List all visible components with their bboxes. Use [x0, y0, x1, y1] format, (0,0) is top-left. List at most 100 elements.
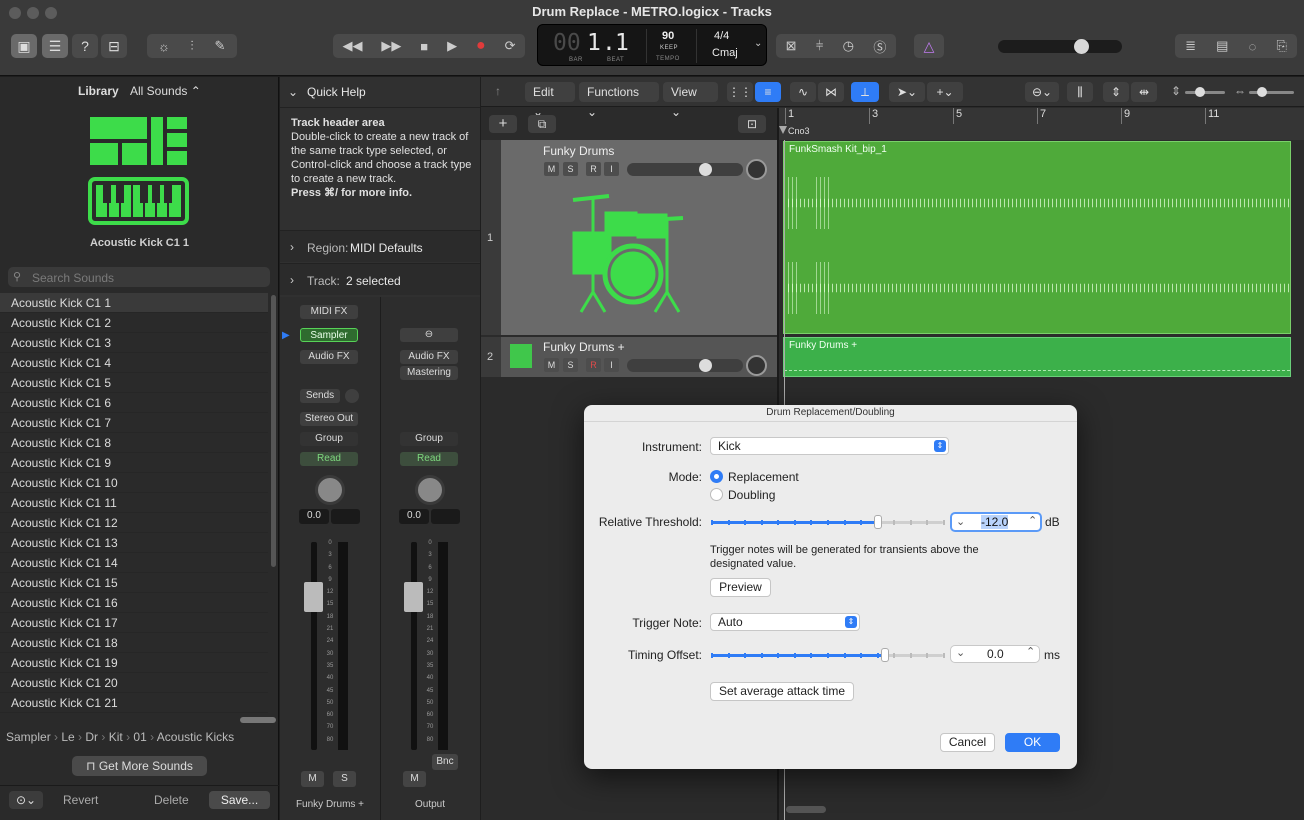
volume-fader-cap[interactable] [304, 582, 323, 612]
sound-list-item[interactable]: Acoustic Kick C1 18 [0, 633, 268, 653]
search-field[interactable]: ⚲ Search Sounds [8, 267, 270, 287]
lcd-display[interactable]: 00 1 . 1 BAR BEAT 90 KEEP TEMPO 4/4 Cmaj… [537, 24, 767, 66]
track-pan-knob[interactable] [746, 159, 767, 180]
timing-offset-slider[interactable] [711, 648, 945, 662]
sound-list-item[interactable]: Acoustic Kick C1 20 [0, 673, 268, 693]
pan-value[interactable]: 0.0 [299, 509, 329, 524]
instrument-popup[interactable]: Kick ⇕ [710, 437, 949, 455]
toolbar-toggle-icon[interactable]: ⊟ [101, 34, 127, 58]
grid-view-icon[interactable]: ⋮⋮ [727, 82, 753, 102]
flex-icon[interactable]: ⋈ [818, 82, 844, 102]
pointer-tool-icon[interactable]: ➤⌄ [889, 82, 925, 102]
cancel-button[interactable]: Cancel [940, 733, 995, 752]
sound-list-scrollbar[interactable] [271, 295, 276, 567]
pan-knob[interactable] [315, 475, 345, 505]
inspector-toggle-icon[interactable]: ☰ [42, 34, 68, 58]
ruler[interactable]: 1 3 5 7 9 11 [779, 108, 1304, 140]
record-icon[interactable]: ● [476, 37, 486, 55]
sound-list-item[interactable]: Acoustic Kick C1 16 [0, 593, 268, 613]
sound-list-item[interactable]: Acoustic Kick C1 5 [0, 373, 268, 393]
edit-menu[interactable]: Edit ⌄ [525, 82, 575, 119]
sound-list-item[interactable]: Acoustic Kick C1 3 [0, 333, 268, 353]
sound-list-item[interactable]: Acoustic Kick C1 13 [0, 533, 268, 553]
doubling-radio[interactable] [710, 488, 723, 501]
volume-fader-track[interactable] [311, 542, 317, 750]
list-icon[interactable]: ≣ [1185, 38, 1196, 54]
chevron-down-icon[interactable]: ⌄ [288, 85, 298, 99]
waveform-icon[interactable]: ⫼ [1067, 82, 1093, 102]
preview-button[interactable]: Preview [710, 578, 771, 597]
automation-mode[interactable]: Read [300, 452, 358, 466]
list-view-icon[interactable]: ≡ [755, 82, 781, 102]
replacement-radio[interactable] [710, 470, 723, 483]
tracks-horizontal-scrollbar[interactable] [786, 806, 826, 813]
track-mute-button[interactable]: M [544, 162, 559, 176]
output-slot[interactable]: Stereo Out [300, 412, 358, 426]
sound-list-item[interactable]: Acoustic Kick C1 9 [0, 453, 268, 473]
output-pan-knob[interactable] [415, 475, 445, 505]
ok-button[interactable]: OK [1005, 733, 1060, 752]
group-slot[interactable]: Group [300, 432, 358, 446]
stop-icon[interactable]: ■ [420, 39, 428, 54]
save-button[interactable]: Save... [209, 791, 270, 809]
sound-list-item[interactable]: Acoustic Kick C1 2 [0, 313, 268, 333]
track-input-monitor-button[interactable]: I [604, 358, 619, 372]
track-name[interactable]: Funky Drums [543, 144, 614, 158]
timing-offset-value[interactable]: 0.0 [987, 647, 1004, 661]
quick-help-icon[interactable]: ? [72, 34, 98, 58]
sound-list-item[interactable]: Acoustic Kick C1 12 [0, 513, 268, 533]
track-volume-slider[interactable] [627, 163, 743, 176]
sound-list-item[interactable]: Acoustic Kick C1 7 [0, 413, 268, 433]
fit-icon[interactable]: ⇹ [1131, 82, 1157, 102]
rewind-icon[interactable]: ◀◀ [342, 38, 362, 54]
chevron-down-icon[interactable]: ⌄ [956, 646, 965, 659]
crosshair-tool-icon[interactable]: +⌄ [927, 82, 963, 102]
chevron-up-icon[interactable]: ⌃ [1028, 514, 1037, 527]
snap-icon[interactable]: ⟂ [851, 82, 879, 102]
threshold-slider[interactable] [711, 515, 945, 529]
track-name[interactable]: Funky Drums + [543, 340, 625, 354]
mastering-slot[interactable]: Mastering [400, 366, 458, 380]
automation-icon[interactable]: ∿ [790, 82, 816, 102]
output-fader-track[interactable] [411, 542, 417, 750]
vertical-zoom-slider[interactable] [1185, 87, 1225, 97]
breadcrumb-item[interactable]: 01 [133, 730, 146, 744]
loops-icon[interactable]: ◌ [1249, 39, 1257, 54]
master-volume-slider[interactable] [998, 39, 1122, 54]
breadcrumb-item[interactable]: Kit [109, 730, 123, 744]
master-volume-knob[interactable] [1074, 39, 1089, 54]
bounce-button[interactable]: Bnc [432, 754, 458, 770]
timing-offset-slider-knob[interactable] [881, 648, 889, 662]
cycle-icon[interactable]: ⟳ [505, 38, 516, 54]
sound-list-item[interactable]: Acoustic Kick C1 19 [0, 653, 268, 673]
midi-fx-slot[interactable]: MIDI FX [300, 305, 358, 319]
track-volume-slider[interactable] [627, 359, 743, 372]
sound-list-item[interactable]: Acoustic Kick C1 10 [0, 473, 268, 493]
threshold-value[interactable]: -12.0 [981, 515, 1009, 529]
sound-list-item[interactable]: Acoustic Kick C1 17 [0, 613, 268, 633]
view-menu[interactable]: View ⌄ [663, 82, 718, 119]
solo-button[interactable]: S [333, 771, 356, 787]
track-mute-button[interactable]: M [544, 358, 559, 372]
horizontal-zoom-slider[interactable] [1249, 87, 1294, 97]
audio-fx-slot[interactable]: Audio FX [300, 350, 358, 364]
get-more-sounds-button[interactable]: ⊓ Get More Sounds [72, 756, 207, 776]
sound-list-item[interactable]: Acoustic Kick C1 11 [0, 493, 268, 513]
delete-button[interactable]: Delete [154, 793, 189, 807]
track-inspector-row[interactable]: › Track: 2 selected [280, 263, 480, 295]
sound-list-item[interactable]: Acoustic Kick C1 15 [0, 573, 268, 593]
revert-button[interactable]: Revert [63, 793, 98, 807]
action-menu-button[interactable]: ⊙⌄ [9, 791, 43, 809]
link-icon[interactable]: ⊖ [400, 328, 458, 342]
metronome-clock-icon[interactable]: ◷ [843, 38, 854, 54]
fast-forward-icon[interactable]: ▶▶ [381, 38, 401, 54]
sound-list-item[interactable]: Acoustic Kick C1 8 [0, 433, 268, 453]
browser-icon[interactable]: ⎘ [1276, 38, 1286, 54]
midi-region[interactable]: Funky Drums + [783, 337, 1291, 377]
back-arrow-icon[interactable]: ↑ [495, 84, 501, 98]
instrument-slot[interactable]: Sampler [300, 328, 358, 342]
track-input-monitor-button[interactable]: I [604, 162, 619, 176]
breadcrumb-item[interactable]: Dr [85, 730, 98, 744]
track-record-button[interactable]: R [586, 162, 601, 176]
sound-list-item[interactable]: Acoustic Kick C1 21 [0, 693, 268, 713]
